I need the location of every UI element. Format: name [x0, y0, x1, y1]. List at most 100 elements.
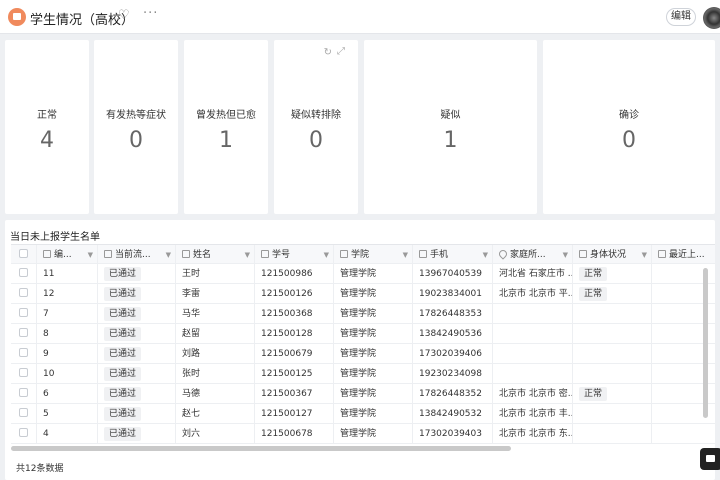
cell-student-id[interactable]: 121500986: [255, 264, 334, 284]
cell-number[interactable]: 4: [37, 424, 98, 444]
row-checkbox[interactable]: [19, 368, 28, 377]
row-select-cell[interactable]: [11, 344, 37, 364]
cell-student-id[interactable]: 121500127: [255, 404, 334, 424]
cell-student-id[interactable]: 121500125: [255, 364, 334, 384]
cell-student-id[interactable]: 121500368: [255, 304, 334, 324]
chevron-down-icon[interactable]: ▼: [245, 245, 250, 265]
cell-name[interactable]: 马华: [176, 304, 255, 324]
cell-name[interactable]: 李雷: [176, 284, 255, 304]
row-select-cell[interactable]: [11, 304, 37, 324]
expand-icon[interactable]: ⤢: [337, 46, 345, 57]
cell-health-status[interactable]: [573, 364, 652, 384]
cell-flow-status[interactable]: 已通过: [98, 344, 176, 364]
cell-health-status[interactable]: [573, 324, 652, 344]
column-header-home-address[interactable]: 家庭所... ▼: [493, 245, 573, 265]
vertical-scrollbar[interactable]: [703, 268, 708, 418]
table-row[interactable]: 4 已通过 刘六 121500678 管理学院 17302039403 北京市 北京市 东.…: [11, 424, 715, 444]
horizontal-scrollbar[interactable]: [11, 446, 511, 451]
cell-student-id[interactable]: 121500128: [255, 324, 334, 344]
cell-health-status[interactable]: [573, 304, 652, 324]
chevron-down-icon[interactable]: ▼: [483, 245, 488, 265]
cell-name[interactable]: 刘六: [176, 424, 255, 444]
refresh-icon[interactable]: ↻: [324, 47, 332, 58]
cell-student-id[interactable]: 121500678: [255, 424, 334, 444]
row-select-cell[interactable]: [11, 404, 37, 424]
cell-flow-status[interactable]: 已通过: [98, 404, 176, 424]
row-select-cell[interactable]: [11, 364, 37, 384]
cell-college[interactable]: 管理学院: [334, 304, 413, 324]
table-row[interactable]: 9 已通过 刘路 121500679 管理学院 17302039406: [11, 344, 715, 364]
cell-home-address[interactable]: [493, 344, 573, 364]
cell-flow-status[interactable]: 已通过: [98, 424, 176, 444]
column-header-phone[interactable]: 手机 ▼: [413, 245, 493, 265]
cell-name[interactable]: 马德: [176, 384, 255, 404]
row-checkbox[interactable]: [19, 388, 28, 397]
cell-health-status[interactable]: [573, 404, 652, 424]
avatar[interactable]: [703, 7, 720, 29]
cell-home-address[interactable]: [493, 364, 573, 384]
cell-home-address[interactable]: 北京市 北京市 丰...: [493, 404, 573, 424]
cell-name[interactable]: 王时: [176, 264, 255, 284]
cell-student-id[interactable]: 121500679: [255, 344, 334, 364]
cell-flow-status[interactable]: 已通过: [98, 384, 176, 404]
row-checkbox[interactable]: [19, 328, 28, 337]
row-select-cell[interactable]: [11, 384, 37, 404]
cell-student-id[interactable]: 121500367: [255, 384, 334, 404]
cell-number[interactable]: 6: [37, 384, 98, 404]
column-header-last-report[interactable]: 最近上...: [652, 245, 715, 265]
cell-last-report[interactable]: [652, 424, 715, 444]
chevron-down-icon[interactable]: ▼: [88, 245, 93, 265]
edit-button[interactable]: 编辑: [666, 8, 696, 26]
cell-number[interactable]: 10: [37, 364, 98, 384]
row-select-cell[interactable]: [11, 424, 37, 444]
cell-number[interactable]: 5: [37, 404, 98, 424]
cell-phone[interactable]: 17302039403: [413, 424, 493, 444]
cell-health-status[interactable]: 正常: [573, 384, 652, 404]
cell-home-address[interactable]: [493, 324, 573, 344]
cell-flow-status[interactable]: 已通过: [98, 364, 176, 384]
cell-phone[interactable]: 17826448352: [413, 384, 493, 404]
column-header-number[interactable]: 编... ▼: [37, 245, 98, 265]
row-checkbox[interactable]: [19, 408, 28, 417]
cell-health-status[interactable]: 正常: [573, 264, 652, 284]
chat-icon[interactable]: [700, 448, 720, 470]
ellipsis-icon[interactable]: ···: [143, 6, 158, 21]
cell-college[interactable]: 管理学院: [334, 324, 413, 344]
column-header-college[interactable]: 学院 ▼: [334, 245, 413, 265]
cell-phone[interactable]: 13842490536: [413, 324, 493, 344]
cell-home-address[interactable]: 北京市 北京市 密...: [493, 384, 573, 404]
cell-name[interactable]: 赵七: [176, 404, 255, 424]
cell-health-status[interactable]: 正常: [573, 284, 652, 304]
chevron-down-icon[interactable]: ▼: [403, 245, 408, 265]
cell-health-status[interactable]: [573, 424, 652, 444]
cell-number[interactable]: 11: [37, 264, 98, 284]
table-row[interactable]: 5 已通过 赵七 121500127 管理学院 13842490532 北京市 北京市 丰.…: [11, 404, 715, 424]
row-checkbox[interactable]: [19, 268, 28, 277]
cell-home-address[interactable]: [493, 304, 573, 324]
cell-health-status[interactable]: [573, 344, 652, 364]
cell-student-id[interactable]: 121500126: [255, 284, 334, 304]
column-header-flow-status[interactable]: 当前流... ▼: [98, 245, 176, 265]
cell-home-address[interactable]: 北京市 北京市 平...: [493, 284, 573, 304]
cell-name[interactable]: 赵留: [176, 324, 255, 344]
table-row[interactable]: 6 已通过 马德 121500367 管理学院 17826448352 北京市 北京市 密.…: [11, 384, 715, 404]
cell-college[interactable]: 管理学院: [334, 424, 413, 444]
cell-phone[interactable]: 19023834001: [413, 284, 493, 304]
cell-flow-status[interactable]: 已通过: [98, 284, 176, 304]
cell-name[interactable]: 刘路: [176, 344, 255, 364]
cell-home-address[interactable]: 北京市 北京市 东...: [493, 424, 573, 444]
row-checkbox[interactable]: [19, 348, 28, 357]
cell-flow-status[interactable]: 已通过: [98, 304, 176, 324]
heart-icon[interactable]: ♡: [118, 8, 130, 23]
chevron-down-icon[interactable]: ▼: [563, 245, 568, 265]
cell-number[interactable]: 8: [37, 324, 98, 344]
cell-college[interactable]: 管理学院: [334, 344, 413, 364]
cell-college[interactable]: 管理学院: [334, 284, 413, 304]
row-select-cell[interactable]: [11, 264, 37, 284]
chevron-down-icon[interactable]: ▼: [642, 245, 647, 265]
cell-phone[interactable]: 17302039406: [413, 344, 493, 364]
chevron-down-icon[interactable]: ▼: [324, 245, 329, 265]
cell-college[interactable]: 管理学院: [334, 404, 413, 424]
cell-phone[interactable]: 13967040539: [413, 264, 493, 284]
cell-phone[interactable]: 19230234098: [413, 364, 493, 384]
